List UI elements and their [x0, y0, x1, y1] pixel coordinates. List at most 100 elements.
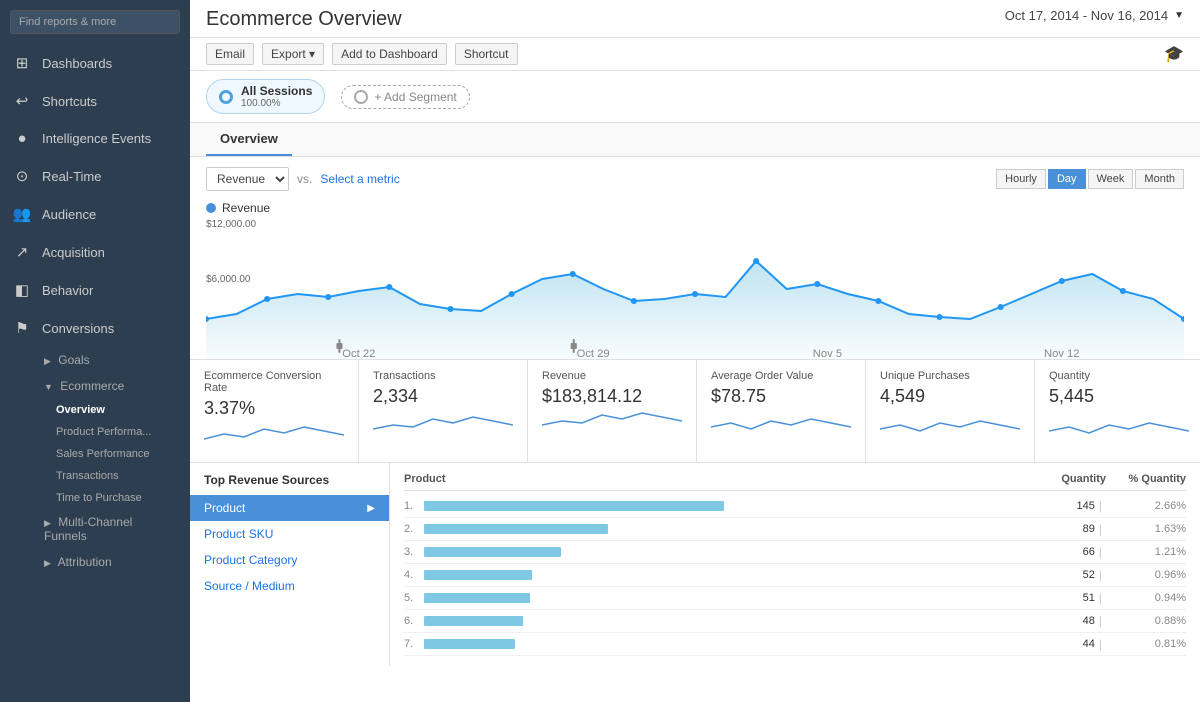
sidebar-subsub-product-perf[interactable]: Product Performa... [0, 421, 190, 443]
sidebar-label-intelligence: Intelligence Events [42, 131, 151, 146]
sidebar-item-shortcuts[interactable]: ↩ Shortcuts [0, 82, 190, 120]
metric-avg-order: Average Order Value $78.75 [697, 360, 866, 462]
sidebar-sub-label-goals: Goals [58, 353, 89, 367]
row-num-5: 6. [404, 615, 424, 627]
metrics-row: Ecommerce Conversion Rate 3.37% Transact… [190, 359, 1200, 463]
shortcut-button[interactable]: Shortcut [455, 43, 518, 65]
search-box[interactable] [0, 0, 190, 44]
sparkline-2 [542, 407, 682, 437]
metric-quantity: Quantity 5,445 [1035, 360, 1200, 462]
svg-text:Oct 29: Oct 29 [577, 348, 610, 359]
help-icon[interactable]: 🎓 [1164, 44, 1184, 64]
metric-value-1: 2,334 [373, 386, 513, 407]
col-header-qty: Quantity [1036, 473, 1106, 485]
row-pct-4: 0.94% [1106, 592, 1186, 604]
time-btn-hourly[interactable]: Hourly [996, 169, 1046, 189]
realtime-icon: ⊙ [12, 167, 32, 185]
legend-label: Revenue [222, 201, 270, 215]
sidebar-subsub-time-to-purchase[interactable]: Time to Purchase [0, 487, 190, 509]
metric-unique-purchases: Unique Purchases 4,549 [866, 360, 1035, 462]
sidebar-subsub-overview[interactable]: Overview [0, 399, 190, 421]
sidebar-item-conversions[interactable]: ⚑ Conversions [0, 309, 190, 347]
sidebar-item-intelligence[interactable]: ● Intelligence Events [0, 120, 190, 157]
row-bar-container-1 [424, 524, 1025, 534]
row-qty-2: 66 [1025, 546, 1095, 558]
metric-name-5: Quantity [1049, 370, 1189, 382]
table-row: 4. 52 | 0.96% [404, 564, 1186, 587]
sidebar-label-shortcuts: Shortcuts [42, 94, 97, 109]
sidebar-label-audience: Audience [42, 207, 96, 222]
row-bar-container-6 [424, 639, 1025, 649]
row-num-4: 5. [404, 592, 424, 604]
time-btn-week[interactable]: Week [1088, 169, 1134, 189]
tab-overview[interactable]: Overview [206, 123, 292, 156]
add-to-dashboard-button[interactable]: Add to Dashboard [332, 43, 447, 65]
row-pct-3: 0.96% [1106, 569, 1186, 581]
metric-dropdown[interactable]: Revenue [207, 168, 288, 190]
email-button[interactable]: Email [206, 43, 254, 65]
source-product-sku[interactable]: Product SKU [190, 521, 389, 547]
segment-circle [219, 90, 233, 104]
add-segment-button[interactable]: + Add Segment [341, 85, 469, 109]
row-qty-3: 52 [1025, 569, 1095, 581]
sidebar: ⊞ Dashboards ↩ Shortcuts ● Intelligence … [0, 0, 190, 702]
sparkline-0 [204, 419, 344, 449]
acquisition-icon: ↗ [12, 243, 32, 261]
row-qty-1: 89 [1025, 523, 1095, 535]
source-product[interactable]: Product ▶ [190, 495, 389, 521]
table-row: 1. 145 | 2.66% [404, 495, 1186, 518]
row-bar-4 [424, 593, 530, 603]
sidebar-label-realtime: Real-Time [42, 169, 101, 184]
shortcuts-icon: ↩ [12, 92, 32, 110]
sidebar-item-audience[interactable]: 👥 Audience [0, 195, 190, 233]
sidebar-item-behavior[interactable]: ◧ Behavior [0, 271, 190, 309]
metric-selector[interactable]: Revenue [206, 167, 289, 191]
time-controls: Hourly Day Week Month [996, 169, 1184, 189]
sidebar-subsub-sales-perf[interactable]: Sales Performance [0, 443, 190, 465]
bottom-section: Top Revenue Sources Product ▶ Product SK… [190, 463, 1200, 666]
chart-controls: Revenue vs. Select a metric Hourly Day W… [190, 157, 1200, 197]
row-num-3: 4. [404, 569, 424, 581]
sidebar-sub-multichannel[interactable]: ▶ Multi-Channel Funnels [0, 509, 190, 549]
row-divider-5: | [1099, 614, 1102, 628]
sidebar-sub-label-multichannel: Multi-Channel Funnels [44, 515, 132, 543]
sparkline-5 [1049, 407, 1189, 437]
row-bar-container-2 [424, 547, 1025, 557]
sidebar-item-realtime[interactable]: ⊙ Real-Time [0, 157, 190, 195]
col-header-product: Product [404, 473, 1036, 485]
row-qty-4: 51 [1025, 592, 1095, 604]
sidebar-subsub-label-salesperf: Sales Performance [56, 448, 150, 460]
ecommerce-arrow: ▼ [44, 382, 53, 392]
sidebar-sub-ecommerce[interactable]: ▼ Ecommerce [0, 373, 190, 399]
row-bar-3 [424, 570, 532, 580]
toolbar: Email Export ▾ Add to Dashboard Shortcut… [190, 38, 1200, 71]
metric-name-3: Average Order Value [711, 370, 851, 382]
intelligence-icon: ● [12, 130, 32, 147]
select-metric-link[interactable]: Select a metric [320, 172, 399, 186]
row-qty-6: 44 [1025, 638, 1095, 650]
sidebar-subsub-transactions[interactable]: Transactions [0, 465, 190, 487]
row-divider-0: | [1099, 499, 1102, 513]
metric-value-0: 3.37% [204, 398, 344, 419]
date-range[interactable]: Oct 17, 2014 - Nov 16, 2014 [1005, 8, 1168, 23]
metric-name-2: Revenue [542, 370, 682, 382]
export-button[interactable]: Export ▾ [262, 43, 324, 65]
goals-arrow: ▶ [44, 356, 51, 366]
table-row: 7. 44 | 0.81% [404, 633, 1186, 656]
row-divider-3: | [1099, 568, 1102, 582]
row-divider-6: | [1099, 637, 1102, 651]
all-sessions-segment[interactable]: All Sessions 100.00% [206, 79, 325, 114]
sidebar-sub-attribution[interactable]: ▶ Attribution [0, 549, 190, 575]
search-input[interactable] [10, 10, 180, 34]
svg-text:Oct 22: Oct 22 [342, 348, 375, 359]
time-btn-month[interactable]: Month [1135, 169, 1184, 189]
chart-area: Revenue $12,000.00 $6,000.00 [190, 197, 1200, 359]
sidebar-sub-goals[interactable]: ▶ Goals [0, 347, 190, 373]
time-btn-day[interactable]: Day [1048, 169, 1086, 189]
sidebar-item-dashboards[interactable]: ⊞ Dashboards [0, 44, 190, 82]
source-product-category[interactable]: Product Category [190, 547, 389, 573]
date-dropdown-icon[interactable]: ▼ [1174, 10, 1184, 21]
sidebar-item-acquisition[interactable]: ↗ Acquisition [0, 233, 190, 271]
source-source-medium[interactable]: Source / Medium [190, 573, 389, 599]
audience-icon: 👥 [12, 205, 32, 223]
